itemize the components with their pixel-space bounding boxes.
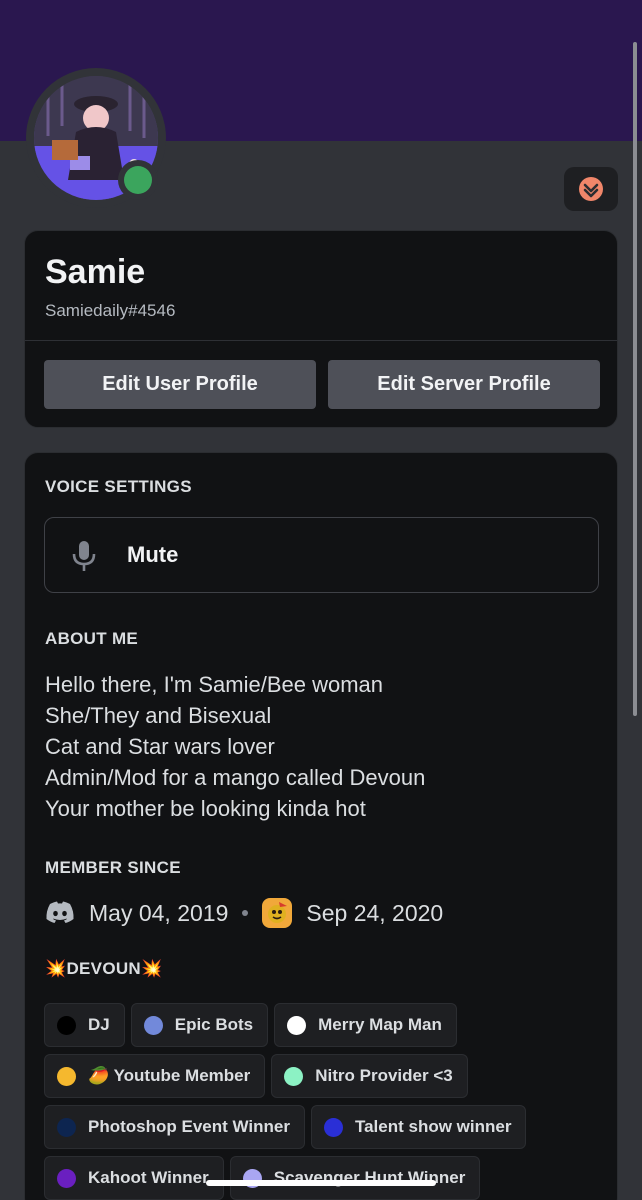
profile-details-card: VOICE SETTINGS Mute ABOUT ME Hello there…: [24, 452, 618, 1200]
microphone-icon: [71, 540, 97, 577]
role-color-dot: [323, 1117, 343, 1137]
discord-member-since-date: May 04, 2019: [89, 899, 229, 926]
role-color-dot: [57, 1168, 76, 1188]
role-label: Kahoot Winner: [88, 1168, 209, 1187]
scrollbar[interactable]: [633, 42, 637, 716]
about-line: Your mother be looking kinda hot: [45, 796, 366, 821]
role-label: Photoshop Event Winner: [88, 1117, 290, 1136]
edit-user-profile-button[interactable]: Edit User Profile: [44, 360, 316, 409]
nitro-badge[interactable]: [564, 167, 618, 211]
role-color-dot: [57, 1015, 76, 1035]
role-chip[interactable]: Merry Map Man: [274, 1003, 457, 1047]
role-color-dot: [143, 1015, 163, 1035]
member-since-row: May 04, 2019 Sep 24, 2020: [45, 895, 595, 931]
edit-server-profile-button[interactable]: Edit Server Profile: [328, 360, 600, 409]
roles-row: 🥭 Youtube Member Nitro Provider <3: [44, 1054, 474, 1098]
role-label: Merry Map Man: [318, 1015, 442, 1034]
server-roles-heading: 💥DEVOUN💥: [45, 959, 163, 978]
about-line: Admin/Mod for a mango called Devoun: [45, 765, 426, 790]
roles-row: Kahoot Winner Scavenger Hunt Winner: [44, 1156, 486, 1200]
role-color-dot: [287, 1015, 307, 1035]
role-label: Talent show winner: [354, 1117, 512, 1136]
roles-row: DJ Epic Bots Merry Map Man: [44, 1003, 463, 1047]
role-label: Nitro Provider <3: [315, 1066, 453, 1085]
member-since-heading: MEMBER SINCE: [45, 858, 181, 877]
discord-logo-icon: [45, 901, 75, 925]
profile-header-card: Samie Samiedaily#4546 Edit User Profile …: [24, 230, 618, 428]
roles-row: Photoshop Event Winner Talent show winne…: [44, 1105, 532, 1149]
role-chip[interactable]: DJ: [44, 1003, 125, 1047]
home-indicator[interactable]: [206, 1180, 436, 1186]
role-label: DJ: [88, 1015, 110, 1034]
role-label: 🥭 Youtube Member: [88, 1066, 251, 1085]
separator-dot: [242, 910, 249, 916]
role-chip[interactable]: Nitro Provider <3: [271, 1054, 468, 1098]
voice-settings-heading: VOICE SETTINGS: [45, 477, 192, 496]
role-chip[interactable]: Photoshop Event Winner: [44, 1105, 305, 1149]
nitro-chevron-icon: [579, 177, 603, 201]
about-me-heading: ABOUT ME: [45, 629, 139, 648]
role-chip[interactable]: Epic Bots: [130, 1003, 269, 1047]
role-label: Epic Bots: [174, 1015, 254, 1034]
role-chip[interactable]: Scavenger Hunt Winner: [229, 1156, 481, 1200]
role-color-dot: [284, 1066, 304, 1086]
role-color-dot: [57, 1117, 76, 1137]
mute-label: Mute: [127, 542, 179, 567]
online-status-indicator: [124, 166, 152, 194]
user-tag: Samiedaily#4546: [45, 301, 176, 320]
role-color-dot: [57, 1066, 76, 1086]
role-chip[interactable]: Talent show winner: [310, 1105, 527, 1149]
server-member-since-date: Sep 24, 2020: [306, 899, 444, 926]
about-line: Hello there, I'm Samie/Bee woman: [45, 672, 384, 697]
server-icon: [262, 898, 293, 928]
display-name: Samie: [45, 253, 146, 291]
mute-button[interactable]: Mute: [44, 517, 599, 593]
role-chip[interactable]: Kahoot Winner: [44, 1156, 224, 1200]
divider: [25, 340, 617, 341]
about-line: She/They and Bisexual: [45, 703, 272, 728]
role-chip[interactable]: 🥭 Youtube Member: [44, 1054, 266, 1098]
about-me-text: Hello there, I'm Samie/Bee woman She/The…: [45, 669, 595, 824]
about-line: Cat and Star wars lover: [45, 734, 275, 759]
